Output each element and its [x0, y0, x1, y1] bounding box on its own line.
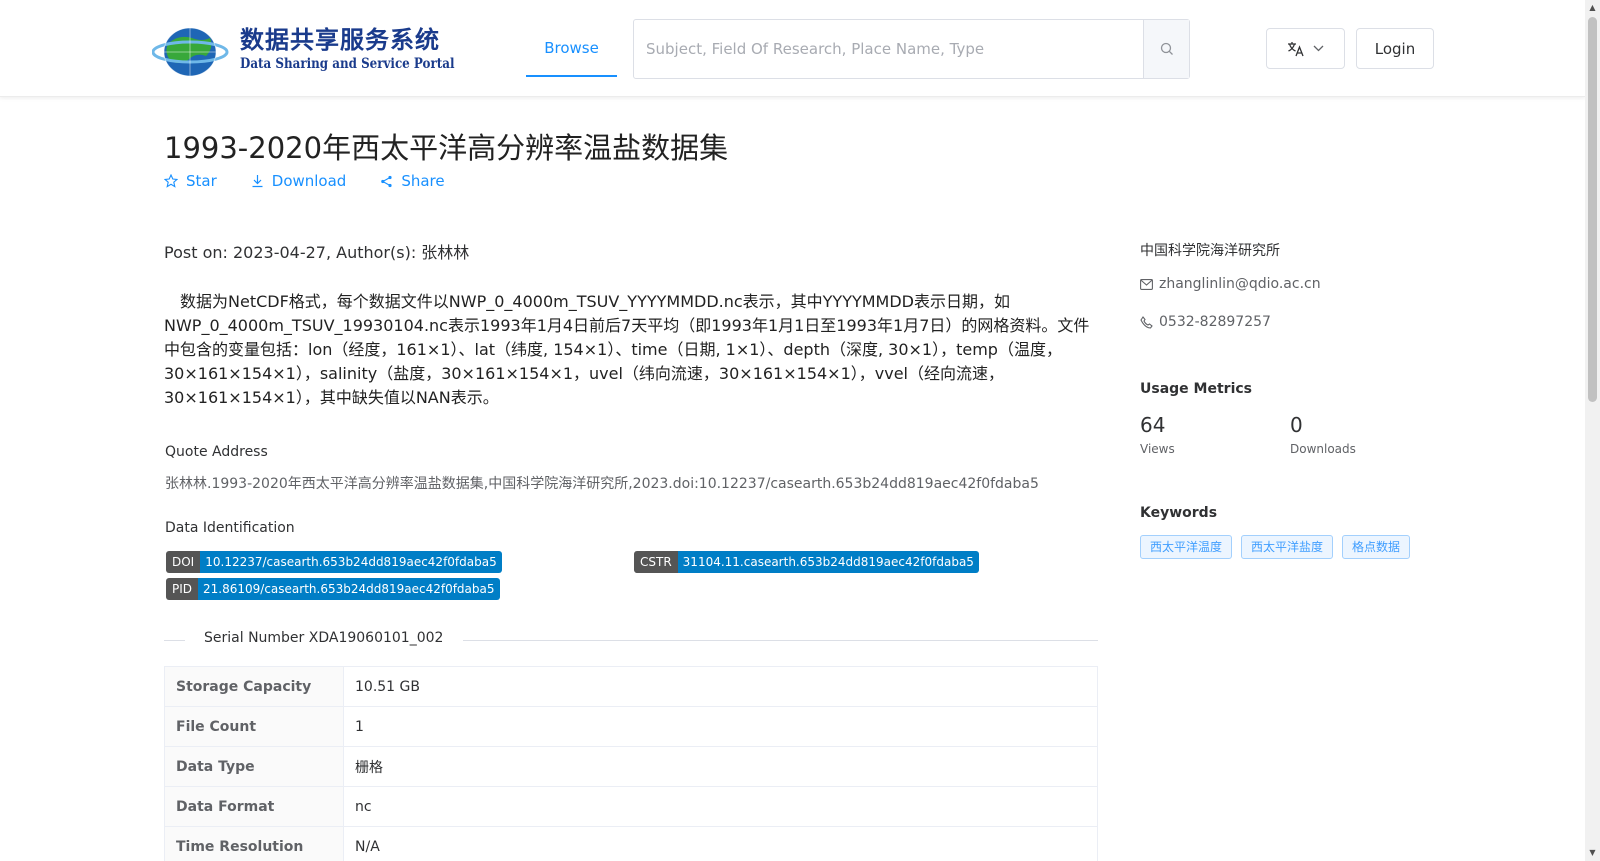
divider-line-right	[463, 640, 1098, 641]
download-icon	[252, 175, 263, 188]
email-text: zhanglinlin@qdio.ac.cn	[1159, 276, 1321, 292]
cstr-badge-key: CSTR	[634, 551, 678, 573]
dataset-description: 数据为NetCDF格式，每个数据文件以NWP_0_4000m_TSUV_YYYY…	[164, 290, 1094, 410]
views-label: Views	[1140, 442, 1175, 456]
table-row: Time Resolution N/A	[164, 826, 1098, 861]
property-value: N/A	[343, 826, 1098, 861]
top-header: 数据共享服务系统 Data Sharing and Service Portal…	[0, 0, 1585, 97]
quote-address-label: Quote Address	[165, 444, 268, 460]
keyword-tag[interactable]: 西太平洋盐度	[1241, 535, 1334, 559]
login-button[interactable]: Login	[1356, 28, 1434, 69]
cstr-badge[interactable]: CSTR 31104.11.casearth.653b24dd819aec42f…	[634, 551, 979, 573]
scroll-up-arrow-icon[interactable]: ▲	[1588, 3, 1597, 12]
property-label: Data Type	[164, 746, 344, 787]
views-count: 64	[1140, 413, 1166, 437]
downloads-count: 0	[1290, 413, 1303, 437]
phone-text: 0532-82897257	[1159, 314, 1271, 330]
chevron-down-icon	[1313, 45, 1324, 52]
property-label: Data Format	[164, 786, 344, 827]
property-value: 10.51 GB	[343, 666, 1098, 707]
property-label: Time Resolution	[164, 826, 344, 861]
doi-badge[interactable]: DOI 10.12237/casearth.653b24dd819aec42f0…	[166, 551, 502, 573]
doi-badge-value: 10.12237/casearth.653b24dd819aec42f0fdab…	[200, 551, 502, 573]
search-bar	[633, 19, 1190, 79]
downloads-label: Downloads	[1290, 442, 1356, 456]
property-value: 1	[343, 706, 1098, 747]
search-input[interactable]	[634, 20, 1143, 78]
search-icon	[1160, 42, 1173, 55]
quote-address-text: 张林林.1993-2020年西太平洋高分辨率温盐数据集,中国科学院海洋研究所,2…	[165, 476, 1039, 492]
download-label: Download	[271, 172, 347, 190]
keywords-title: Keywords	[1140, 505, 1218, 521]
star-button[interactable]: Star	[164, 172, 217, 190]
serial-number-text: Serial Number XDA19060101_002	[204, 630, 444, 646]
page-scrollbar[interactable]: ▲ ▼	[1585, 0, 1600, 861]
usage-metrics-title: Usage Metrics	[1140, 381, 1252, 397]
table-row: File Count 1	[164, 706, 1098, 747]
logo-title-cn: 数据共享服务系统	[240, 25, 440, 54]
cstr-badge-value: 31104.11.casearth.653b24dd819aec42f0fdab…	[677, 551, 979, 573]
pid-badge[interactable]: PID 21.86109/casearth.653b24dd819aec42f0…	[166, 578, 500, 600]
site-logo[interactable]: 数据共享服务系统 Data Sharing and Service Portal	[152, 18, 454, 82]
description-text: 数据为NetCDF格式，每个数据文件以NWP_0_4000m_TSUV_YYYY…	[164, 292, 1090, 407]
contact-phone: 0532-82897257	[1140, 314, 1271, 330]
search-button[interactable]	[1143, 20, 1189, 78]
dataset-title: 1993-2020年西太平洋高分辨率温盐数据集	[164, 131, 729, 165]
star-icon	[164, 174, 178, 188]
property-value: 栅格	[343, 746, 1098, 787]
keyword-tags: 西太平洋温度 西太平洋盐度 格点数据	[1140, 535, 1411, 559]
property-label: Storage Capacity	[164, 666, 344, 707]
post-info: Post on: 2023-04-27, Author(s): 张林林	[164, 243, 470, 262]
divider-line-left	[164, 640, 185, 641]
scroll-thumb[interactable]	[1588, 17, 1597, 402]
share-button[interactable]: Share	[380, 172, 445, 190]
logo-title-en: Data Sharing and Service Portal	[240, 56, 455, 72]
star-label: Star	[186, 172, 217, 190]
nav-browse-tab[interactable]: Browse	[526, 19, 617, 77]
phone-icon	[1140, 315, 1153, 329]
contact-email[interactable]: zhanglinlin@qdio.ac.cn	[1140, 276, 1321, 292]
translate-icon	[1288, 41, 1304, 56]
scroll-down-arrow-icon[interactable]: ▼	[1588, 848, 1597, 857]
share-label: Share	[401, 172, 445, 190]
mail-icon	[1140, 278, 1153, 290]
doi-badge-key: DOI	[166, 551, 201, 573]
download-button[interactable]: Download	[251, 172, 347, 190]
dataset-actions: Star Download Share	[164, 172, 445, 190]
pid-badge-value: 21.86109/casearth.653b24dd819aec42f0fdab…	[198, 578, 500, 600]
language-switcher[interactable]	[1266, 28, 1345, 69]
data-identification-label: Data Identification	[165, 520, 295, 536]
property-value: nc	[343, 786, 1098, 827]
table-row: Data Format nc	[164, 786, 1098, 827]
table-row: Storage Capacity 10.51 GB	[164, 666, 1098, 707]
pid-badge-key: PID	[166, 578, 199, 600]
keyword-tag[interactable]: 西太平洋温度	[1140, 535, 1233, 559]
serial-number-divider: Serial Number XDA19060101_002	[164, 630, 1098, 650]
property-label: File Count	[164, 706, 344, 747]
organization-name: 中国科学院海洋研究所	[1140, 243, 1280, 259]
share-icon	[381, 175, 392, 187]
table-row: Data Type 栅格	[164, 746, 1098, 787]
keyword-tag[interactable]: 格点数据	[1342, 535, 1411, 559]
dataset-properties-table: Storage Capacity 10.51 GB File Count 1 D…	[164, 666, 1098, 861]
globe-logo-icon	[152, 27, 229, 77]
